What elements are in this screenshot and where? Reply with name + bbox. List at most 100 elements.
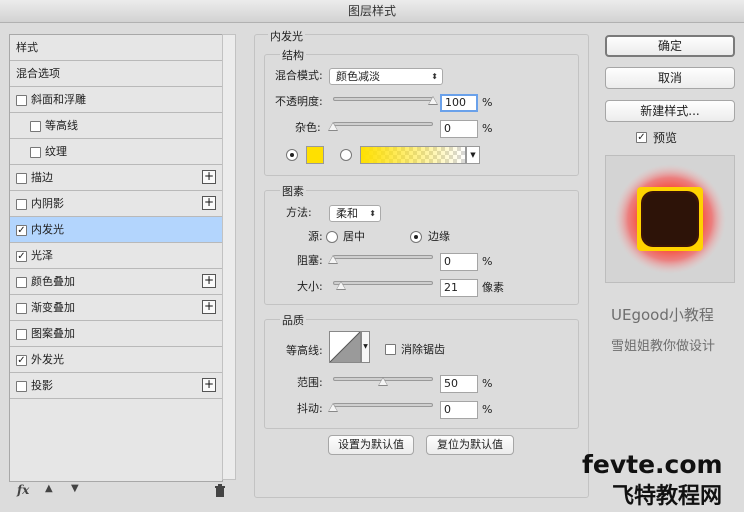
style-checkbox[interactable] [16, 277, 27, 288]
glow-gradient-swatch[interactable] [360, 146, 466, 164]
noise-input[interactable]: 0 [440, 120, 478, 138]
style-list-item[interactable]: 纹理 [10, 139, 222, 165]
window-title: 图层样式 [347, 4, 396, 18]
new-style-button[interactable]: 新建样式... [605, 100, 735, 122]
range-unit: % [482, 377, 493, 390]
source-edge-radio[interactable] [410, 231, 422, 243]
style-checkbox[interactable] [30, 121, 41, 132]
noise-slider[interactable] [333, 122, 433, 126]
style-checkbox[interactable] [16, 173, 27, 184]
watermark-line2: 雪姐姐教你做设计 [611, 339, 716, 354]
style-checkbox[interactable]: ✓ [16, 225, 27, 236]
ok-button[interactable]: 确定 [605, 35, 735, 57]
range-slider-thumb[interactable] [378, 377, 388, 386]
style-list-item[interactable]: 等高线 [10, 113, 222, 139]
style-list-label: 颜色叠加 [31, 275, 75, 288]
style-checkbox[interactable] [30, 147, 41, 158]
style-list-label: 内阴影 [31, 197, 64, 210]
style-list-label: 光泽 [31, 249, 53, 262]
range-label: 范围: [297, 376, 323, 389]
range-input[interactable]: 50 [440, 375, 478, 393]
style-list-label: 斜面和浮雕 [31, 93, 86, 106]
move-up-icon[interactable]: ▲ [45, 483, 53, 494]
move-down-icon[interactable]: ▼ [71, 483, 79, 494]
style-list-label: 描边 [31, 171, 53, 184]
style-checkbox[interactable]: ✓ [16, 355, 27, 366]
style-list-item[interactable]: 内阴影 + [10, 191, 222, 217]
jitter-input[interactable]: 0 [440, 401, 478, 419]
size-unit: 像素 [482, 281, 504, 294]
opacity-input[interactable]: 100 [440, 94, 478, 112]
add-effect-plus-icon[interactable]: + [202, 196, 216, 210]
choke-unit: % [482, 255, 493, 268]
jitter-slider[interactable] [333, 403, 433, 407]
gradient-dropdown-icon[interactable]: ▼ [466, 146, 480, 164]
size-slider[interactable] [333, 281, 433, 285]
contour-preview[interactable] [329, 331, 361, 363]
style-checkbox[interactable] [16, 95, 27, 106]
noise-slider-thumb[interactable] [328, 122, 338, 131]
gradient-radio[interactable] [340, 149, 352, 161]
structure-title: 结构 [280, 47, 306, 63]
blend-mode-select[interactable]: 颜色减淡 ⬍ [329, 68, 443, 85]
add-effect-plus-icon[interactable]: + [202, 300, 216, 314]
noise-label: 杂色: [295, 121, 321, 134]
trash-icon[interactable] [214, 484, 226, 500]
style-list-item[interactable]: 描边 + [10, 165, 222, 191]
size-label: 大小: [297, 280, 323, 293]
make-default-button[interactable]: 设置为默认值 [328, 435, 414, 455]
style-list-item[interactable]: 颜色叠加 + [10, 269, 222, 295]
watermark-line1: UEgood小教程 [611, 306, 714, 324]
contour-dropdown-icon[interactable]: ▼ [361, 331, 370, 363]
style-list-item[interactable]: 渐变叠加 + [10, 295, 222, 321]
style-list-item[interactable]: ✓ 外发光 [10, 347, 222, 373]
style-list-label: 纹理 [45, 145, 67, 158]
choke-slider-thumb[interactable] [328, 255, 338, 264]
style-list-label: 等高线 [45, 119, 78, 132]
opacity-slider[interactable] [333, 97, 433, 101]
style-checkbox[interactable] [16, 381, 27, 392]
style-list-item[interactable]: 投影 + [10, 373, 222, 399]
preview-checkbox[interactable]: ✓ [636, 132, 647, 143]
choke-slider[interactable] [333, 255, 433, 259]
add-effect-plus-icon[interactable]: + [202, 378, 216, 392]
opacity-slider-thumb[interactable] [428, 96, 438, 105]
size-slider-thumb[interactable] [336, 281, 347, 290]
style-list-item[interactable]: ✓ 内发光 [10, 217, 222, 243]
style-checkbox[interactable]: ✓ [16, 251, 27, 262]
style-list-label: 内发光 [31, 223, 64, 236]
source-center-radio[interactable] [326, 231, 338, 243]
choke-input[interactable]: 0 [440, 253, 478, 271]
style-list-scrollbar[interactable] [222, 34, 236, 480]
quality-title: 品质 [280, 312, 306, 328]
jitter-unit: % [482, 403, 493, 416]
jitter-slider-thumb[interactable] [328, 403, 338, 412]
cancel-button[interactable]: 取消 [605, 67, 735, 89]
style-list-item[interactable]: ✓ 光泽 [10, 243, 222, 269]
style-list-label: 样式 [16, 41, 38, 54]
style-list-label: 渐变叠加 [31, 301, 75, 314]
style-checkbox[interactable] [16, 303, 27, 314]
style-list-item[interactable]: 混合选项 [10, 61, 222, 87]
watermark-site: fevte.com [582, 450, 723, 479]
style-list: 样式混合选项斜面和浮雕等高线纹理描边 + 内阴影 + ✓ 内发光 ✓ 光泽颜色叠加 + 渐变叠加 +… [9, 34, 223, 482]
solid-color-radio[interactable] [286, 149, 298, 161]
contour-label: 等高线: [286, 344, 323, 357]
style-checkbox[interactable] [16, 199, 27, 210]
glow-color-swatch[interactable] [306, 146, 324, 164]
style-list-item[interactable]: 斜面和浮雕 [10, 87, 222, 113]
size-input[interactable]: 21 [440, 279, 478, 297]
style-checkbox[interactable] [16, 329, 27, 340]
add-effect-plus-icon[interactable]: + [202, 170, 216, 184]
style-list-item[interactable]: 样式 [10, 35, 222, 61]
style-list-item[interactable]: 图案叠加 [10, 321, 222, 347]
watermark-site-cn: 飞特教程网 [612, 484, 723, 509]
anti-alias-checkbox[interactable] [385, 344, 396, 355]
contour-curve-icon [329, 331, 361, 363]
style-list-label: 混合选项 [16, 67, 60, 80]
add-effect-plus-icon[interactable]: + [202, 274, 216, 288]
fx-button[interactable]: fx [17, 483, 29, 497]
glow-preview-image [614, 164, 726, 274]
method-select[interactable]: 柔和 ⬍ [329, 205, 381, 222]
reset-default-button[interactable]: 复位为默认值 [426, 435, 514, 455]
